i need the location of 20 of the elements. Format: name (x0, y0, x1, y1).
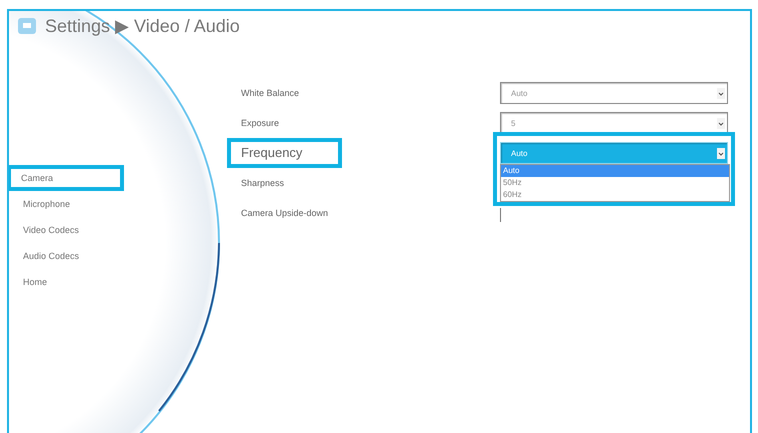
caret-icon (717, 88, 725, 99)
nav-link[interactable]: Audio Codecs (9, 243, 241, 269)
caret-icon (717, 118, 725, 129)
nav-link[interactable]: Microphone (9, 191, 241, 217)
nav-link[interactable]: Home (9, 269, 241, 295)
setting-label: White Balance (241, 88, 300, 98)
nav-link[interactable]: Video Codecs (9, 217, 241, 243)
setting-label: Frequency (227, 138, 342, 168)
setting-label: Exposure (241, 118, 280, 128)
page-title: Settings ▶ Video / Audio (45, 15, 240, 37)
dropdown-field[interactable]: 5 (500, 112, 728, 134)
nav-link[interactable]: Camera (9, 165, 124, 191)
dropdown-option[interactable]: Auto (501, 165, 729, 177)
setting-label: Sharpness (241, 178, 284, 188)
dropdown-field[interactable]: Auto (500, 82, 728, 104)
caret-icon (717, 148, 725, 159)
dropdown-field[interactable]: Auto (500, 142, 728, 164)
setting-label: Camera Upside-down (241, 208, 328, 218)
control-edge (500, 208, 501, 222)
monitor-icon (17, 17, 37, 35)
